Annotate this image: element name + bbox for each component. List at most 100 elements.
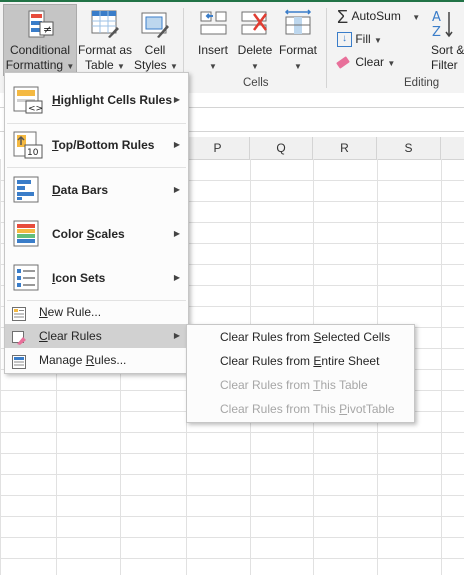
format-as-table-icon bbox=[91, 10, 119, 42]
menu-item-top-bottom-rules[interactable]: 10 Top/Bottom Rules ▶ bbox=[5, 123, 188, 167]
menu-item-label: Manage Rules... bbox=[39, 348, 126, 372]
autosum-label: AutoSum bbox=[351, 9, 401, 23]
column-header-next[interactable] bbox=[441, 137, 464, 160]
submenu-item-clear-this-table: Clear Rules from This Table bbox=[220, 373, 368, 397]
menu-item-clear-rules[interactable]: Clear Rules ▶ bbox=[5, 324, 188, 348]
label-rest: ivotTable bbox=[347, 402, 395, 416]
svg-text:Z: Z bbox=[432, 25, 441, 40]
chevron-down-icon: ▼ bbox=[209, 62, 217, 71]
chevron-down-icon: ▼ bbox=[412, 13, 421, 22]
cell-styles-label-1: Cell bbox=[144, 43, 166, 57]
label-rest: op/Bottom Rules bbox=[58, 138, 155, 152]
new-rule-icon bbox=[12, 305, 26, 321]
eraser-icon bbox=[336, 56, 350, 70]
submenu-arrow-icon: ▶ bbox=[173, 95, 180, 104]
menu-item-label: Clear Rules bbox=[39, 324, 102, 348]
insert-label: Insert bbox=[197, 43, 228, 57]
insert-button[interactable]: Insert ▼ bbox=[192, 5, 234, 75]
submenu-arrow-icon: ▶ bbox=[173, 185, 180, 194]
group-separator bbox=[326, 8, 327, 88]
conditional-formatting-icon: ≠ bbox=[28, 10, 54, 42]
highlight-cells-rules-icon: <> bbox=[13, 86, 43, 114]
submenu-arrow-icon: ▶ bbox=[173, 273, 180, 282]
menu-item-new-rule[interactable]: New Rule... bbox=[5, 300, 188, 324]
chevron-down-icon: ▼ bbox=[374, 36, 382, 45]
sort-az-icon: A Z bbox=[432, 8, 462, 44]
format-cells-icon bbox=[284, 8, 312, 40]
manage-rules-icon bbox=[12, 353, 26, 369]
access-key: N bbox=[39, 305, 48, 319]
column-header-q[interactable]: Q bbox=[250, 137, 313, 160]
format-as-table-label-2: Table bbox=[85, 58, 114, 72]
top-bottom-rules-icon: 10 bbox=[13, 131, 43, 159]
menu-item-data-bars[interactable]: Data Bars ▶ bbox=[5, 168, 188, 212]
cells-group-label: Cells bbox=[243, 77, 269, 89]
access-key: S bbox=[86, 227, 95, 241]
clear-button[interactable]: Clear ▼ bbox=[336, 52, 395, 72]
access-key: D bbox=[52, 183, 61, 197]
submenu-arrow-icon: ▶ bbox=[173, 140, 180, 149]
svg-text:<>: <> bbox=[28, 104, 43, 114]
grid-line bbox=[0, 516, 464, 517]
label-rest: ntire Sheet bbox=[321, 354, 380, 368]
grid-line bbox=[0, 537, 464, 538]
sort-filter-button[interactable]: A Z Sort & Filter bbox=[426, 5, 464, 75]
icon-sets-icon bbox=[13, 264, 43, 292]
menu-item-label: New Rule... bbox=[39, 300, 101, 324]
fill-label: Fill bbox=[355, 32, 371, 46]
menu-item-color-scales[interactable]: Color Scales ▶ bbox=[5, 212, 188, 256]
label-rest: cales bbox=[94, 227, 125, 241]
access-key: H bbox=[52, 93, 61, 107]
menu-item-label: Icon Sets bbox=[52, 256, 105, 300]
label-rest: ew Rule... bbox=[47, 305, 102, 319]
grid-line bbox=[0, 453, 464, 454]
sort-label-1: Sort & bbox=[431, 43, 464, 57]
column-header-s[interactable]: S bbox=[377, 137, 441, 160]
delete-button[interactable]: Delete ▼ bbox=[234, 5, 276, 75]
label-rest: his Table bbox=[320, 378, 368, 392]
cell-styles-label-2: Styles bbox=[134, 58, 167, 72]
conditional-formatting-button[interactable]: ≠ Conditional Formatting ▼ bbox=[3, 4, 77, 76]
conditional-formatting-menu: <> Highlight Cells Rules ▶ 10 Top/Bottom… bbox=[4, 72, 189, 374]
grid-line bbox=[0, 495, 464, 496]
label-pre: Manage bbox=[39, 353, 86, 367]
submenu-item-clear-pivottable: Clear Rules from This PivotTable bbox=[220, 397, 395, 421]
delete-cells-icon bbox=[241, 10, 269, 40]
cell-styles-icon bbox=[141, 10, 169, 42]
menu-item-manage-rules[interactable]: Manage Rules... bbox=[5, 348, 188, 372]
clear-rules-icon bbox=[12, 329, 26, 345]
cell-styles-button[interactable]: Cell Styles ▼ bbox=[134, 5, 178, 75]
insert-cells-icon bbox=[200, 10, 228, 40]
chevron-down-icon: ▼ bbox=[117, 62, 125, 71]
svg-text:≠: ≠ bbox=[43, 23, 52, 36]
fill-button[interactable]: ↓ Fill ▼ bbox=[337, 29, 382, 49]
label-pre: Clear Rules from bbox=[220, 354, 314, 368]
sort-label-2: Filter bbox=[431, 58, 458, 72]
chevron-down-icon: ▼ bbox=[294, 62, 302, 71]
clear-label: Clear bbox=[355, 55, 385, 69]
chevron-down-icon: ▼ bbox=[170, 62, 178, 71]
menu-item-icon-sets[interactable]: Icon Sets ▶ bbox=[5, 256, 188, 300]
label-pre: Clear Rules from bbox=[220, 378, 314, 392]
color-scales-icon bbox=[13, 220, 43, 248]
submenu-item-clear-entire-sheet[interactable]: Clear Rules from Entire Sheet bbox=[220, 349, 379, 373]
label-pre: Color bbox=[52, 227, 87, 241]
label-rest: ata Bars bbox=[60, 183, 109, 197]
label-pre: Clear Rules from bbox=[220, 330, 314, 344]
autosum-button[interactable]: Σ AutoSum ▼ bbox=[337, 6, 421, 27]
conditional-formatting-label-2: Formatting bbox=[5, 58, 64, 72]
column-header-p[interactable]: P bbox=[186, 137, 250, 160]
access-key: P bbox=[339, 402, 348, 416]
submenu-item-clear-selected-cells[interactable]: Clear Rules from Selected Cells bbox=[220, 325, 390, 349]
grid-line bbox=[0, 558, 464, 559]
column-header-r[interactable]: R bbox=[313, 137, 377, 160]
format-button[interactable]: Format ▼ bbox=[276, 5, 320, 75]
editing-group-label: Editing bbox=[404, 77, 440, 89]
format-as-table-button[interactable]: Format as Table ▼ bbox=[76, 5, 134, 75]
access-key: C bbox=[39, 329, 48, 343]
label-rest: lear Rules bbox=[47, 329, 102, 343]
grid-line bbox=[0, 432, 464, 433]
conditional-formatting-label-1: Conditional bbox=[9, 43, 71, 57]
menu-item-label: Top/Bottom Rules bbox=[52, 123, 154, 167]
menu-item-highlight-cells-rules[interactable]: <> Highlight Cells Rules ▶ bbox=[5, 78, 188, 122]
